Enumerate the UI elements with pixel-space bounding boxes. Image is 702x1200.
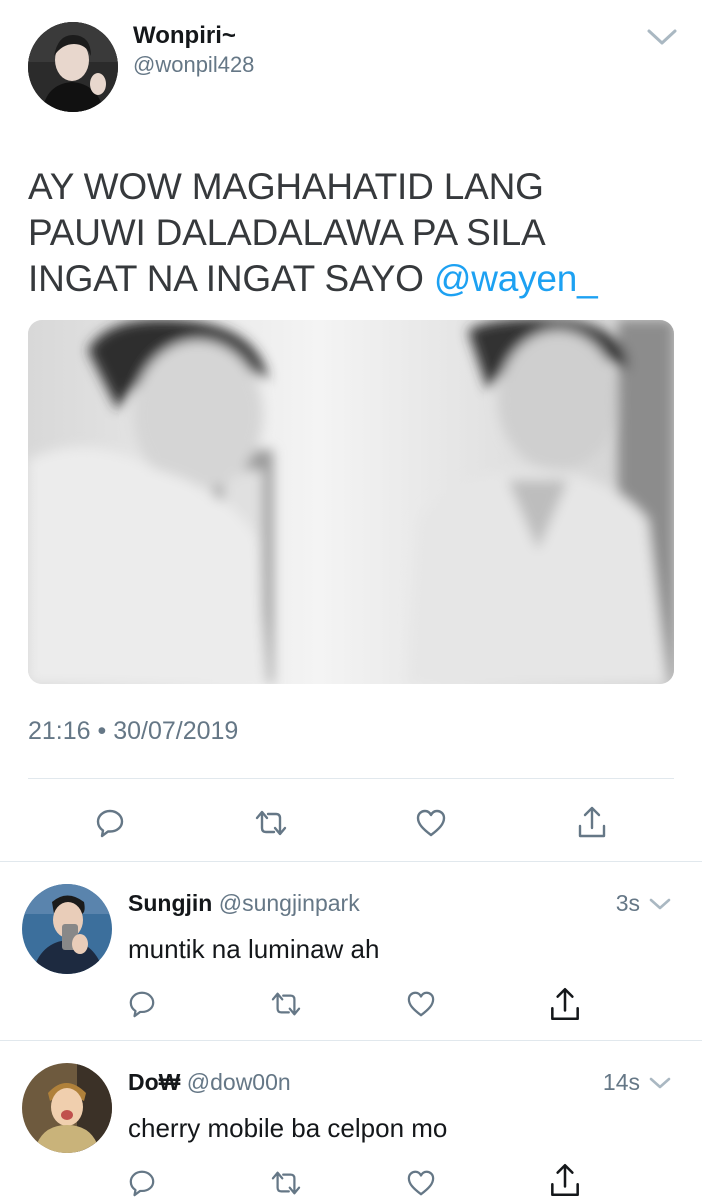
reply-text: muntik na luminaw ah xyxy=(128,934,380,964)
heart-icon xyxy=(415,808,447,838)
tweet-timestamp[interactable]: 21:16 • 30/07/2019 xyxy=(28,717,238,746)
mention-link[interactable]: @wayen_ xyxy=(434,258,598,299)
reply-button[interactable] xyxy=(124,1165,160,1200)
tweet-media-photo[interactable] xyxy=(28,320,674,684)
main-tweet: Wonpiri~ @wonpil428 AY WOW MAGHAHATID LA… xyxy=(0,0,702,862)
chevron-down-icon[interactable] xyxy=(648,896,672,912)
reply-timestamp[interactable]: 14s xyxy=(603,1069,640,1096)
reply-author[interactable]: Sungjin @sungjinpark xyxy=(128,890,360,917)
retweet-icon xyxy=(268,990,304,1018)
reply-button[interactable] xyxy=(124,986,160,1022)
share-button[interactable] xyxy=(572,800,612,844)
tweet-text-segment: INGAT NA INGAT SAYO xyxy=(28,258,434,299)
user-handle[interactable]: @sungjinpark xyxy=(219,890,360,916)
tweet-text: AY WOW MAGHAHATID LANG PAUWI DALADALAWA … xyxy=(28,164,668,302)
heart-icon xyxy=(406,990,436,1018)
tweet-text-line: INGAT NA INGAT SAYO @wayen_ xyxy=(28,256,668,302)
user-handle[interactable]: @dow00n xyxy=(187,1069,291,1095)
share-icon xyxy=(576,804,608,840)
reply-icon xyxy=(128,990,156,1018)
reply-icon xyxy=(95,808,125,838)
retweet-button[interactable] xyxy=(265,986,307,1022)
tweet-text-line: PAUWI DALADALAWA PA SILA xyxy=(28,212,546,253)
reply-tweet[interactable]: Sungjin @sungjinpark 3s muntik na lumina… xyxy=(0,862,702,1040)
share-button[interactable] xyxy=(545,982,585,1026)
chevron-down-icon[interactable] xyxy=(645,26,679,48)
avatar[interactable] xyxy=(28,22,118,112)
retweet-button[interactable] xyxy=(265,1165,307,1200)
avatar[interactable] xyxy=(22,1063,112,1153)
chevron-down-icon[interactable] xyxy=(648,1075,672,1091)
like-button[interactable] xyxy=(403,1165,439,1200)
reply-tweet[interactable]: Do₩ @dow00n 14s cherry mobile ba celpon … xyxy=(0,1041,702,1200)
reply-text: cherry mobile ba celpon mo xyxy=(128,1113,448,1143)
like-button[interactable] xyxy=(403,986,439,1022)
retweet-button[interactable] xyxy=(248,803,294,843)
like-button[interactable] xyxy=(411,803,451,843)
divider xyxy=(28,778,674,779)
retweet-icon xyxy=(268,1169,304,1197)
display-name[interactable]: Do₩ xyxy=(128,1069,180,1095)
heart-icon xyxy=(406,1169,436,1197)
reply-button[interactable] xyxy=(90,803,130,843)
retweet-icon xyxy=(252,808,290,838)
share-button[interactable] xyxy=(545,1161,585,1199)
reply-author[interactable]: Do₩ @dow00n xyxy=(128,1069,291,1096)
display-name[interactable]: Wonpiri~ xyxy=(133,22,236,50)
avatar[interactable] xyxy=(22,884,112,974)
display-name[interactable]: Sungjin xyxy=(128,890,212,916)
reply-icon xyxy=(128,1169,156,1197)
user-handle[interactable]: @wonpil428 xyxy=(133,52,254,78)
share-icon xyxy=(548,1161,582,1199)
reply-timestamp[interactable]: 3s xyxy=(616,890,640,917)
tweet-text-line: AY WOW MAGHAHATID LANG xyxy=(28,166,544,207)
share-icon xyxy=(548,985,582,1023)
